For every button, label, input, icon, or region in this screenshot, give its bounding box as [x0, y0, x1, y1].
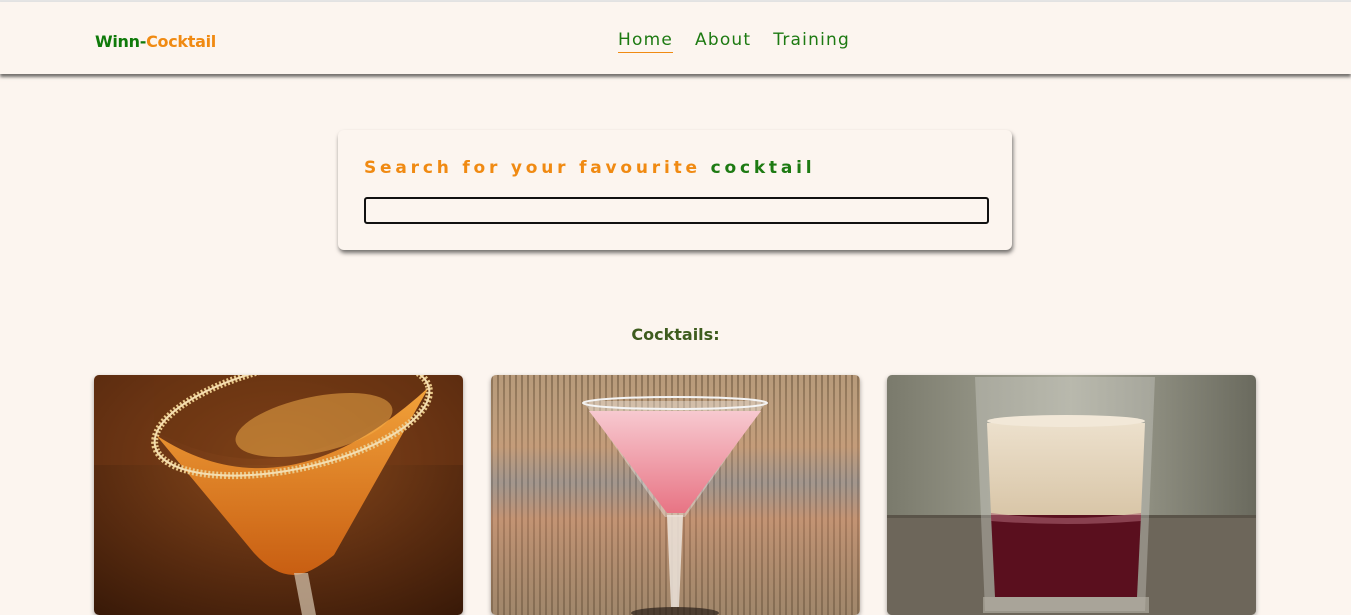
search-card: Search for your favourite cocktail — [338, 130, 1012, 250]
search-title-part-1: Search for your favourite — [364, 158, 711, 178]
brand-part-2: Cocktail — [146, 32, 216, 51]
search-title-part-2: cocktail — [710, 158, 816, 178]
layered-shot-image — [887, 375, 1256, 615]
nav-about[interactable]: About — [695, 30, 751, 53]
navbar: Winn-Cocktail Home About Training — [0, 2, 1351, 74]
orange-martini-image — [94, 375, 463, 615]
pink-martini-image — [491, 375, 860, 615]
nav-training[interactable]: Training — [773, 30, 850, 53]
brand-part-1: Winn- — [95, 32, 147, 51]
cocktails-heading: Cocktails: — [631, 325, 720, 344]
brand-logo[interactable]: Winn-Cocktail — [95, 32, 216, 51]
search-input[interactable] — [364, 197, 989, 224]
cocktail-card[interactable] — [491, 375, 860, 615]
nav-home[interactable]: Home — [618, 30, 674, 53]
cocktail-card[interactable] — [94, 375, 463, 615]
search-title: Search for your favourite cocktail — [364, 158, 815, 178]
cocktail-card[interactable] — [887, 375, 1256, 615]
main-nav: Home About Training — [618, 30, 850, 53]
